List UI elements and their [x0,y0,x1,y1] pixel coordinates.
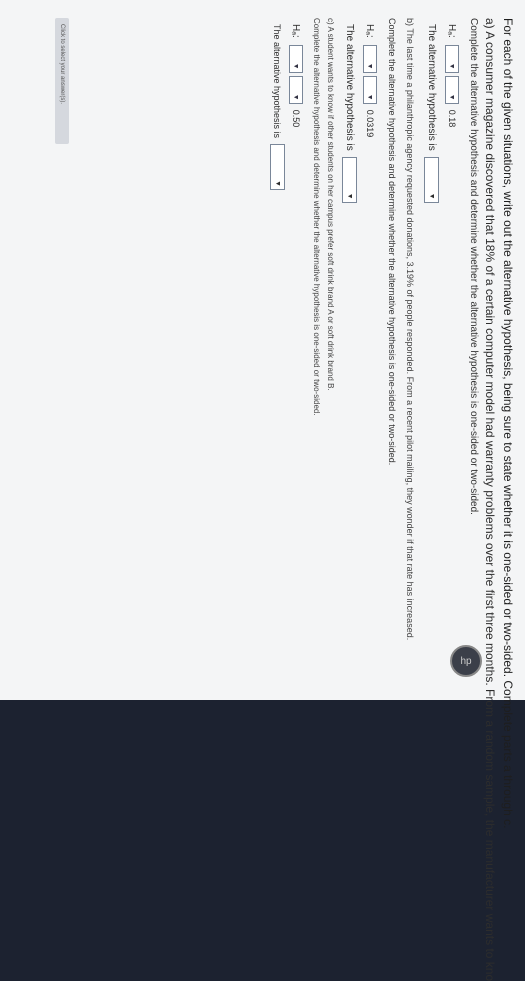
part-c-parameter-dropdown[interactable]: ▼ [289,44,303,73]
footer-hint-text: Click to select your answer(s). [59,24,65,105]
chevron-down-icon: ▼ [292,62,300,70]
part-b-instruction: Complete the alternative hypothesis and … [387,18,397,466]
part-b-value: 0.0319 [365,109,375,138]
chevron-down-icon: ▼ [366,93,374,101]
part-c-sidedness-dropdown[interactable]: ▼ [270,144,285,191]
chevron-down-icon: ▼ [428,192,435,200]
part-c-hypothesis-row: Hₐ: ▼ ▼ 0.50 [289,24,303,127]
part-a-sidedness-label: The alternative hypothesis is [426,24,437,151]
footer-hint: Click to select your answer(s). [55,18,69,144]
part-b-parameter-dropdown[interactable]: ▼ [363,44,377,73]
chevron-down-icon: ▼ [346,192,353,200]
chevron-down-icon: ▼ [366,62,374,70]
part-b-sidedness-dropdown[interactable]: ▼ [342,156,357,203]
part-c-value: 0.50 [291,109,301,128]
part-a-sidedness-dropdown[interactable]: ▼ [424,156,439,203]
part-a-sidedness-row: The alternative hypothesis is ▼ [424,24,439,203]
part-a-parameter-dropdown[interactable]: ▼ [445,44,459,73]
chevron-down-icon: ▼ [448,62,456,70]
question-intro: For each of the given situations, write … [501,18,515,829]
part-b-sidedness-label: The alternative hypothesis is [344,24,355,151]
part-b-hypothesis-row: Hₐ: ▼ ▼ 0.0319 [363,24,377,137]
part-a-hypothesis-row: Hₐ: ▼ ▼ 0.18 [445,24,459,127]
part-c-text: c) A student wants to know if other stud… [326,18,335,391]
part-a-value: 0.18 [447,109,457,128]
part-b-text: b) The last time a philanthropic agency … [405,18,415,641]
h-alt-symbol: Hₐ: [364,24,376,38]
part-b-sidedness-row: The alternative hypothesis is ▼ [342,24,357,203]
part-c-operator-dropdown[interactable]: ▼ [289,75,303,104]
part-a-text: a) A consumer magazine discovered that 1… [483,18,497,981]
h-alt-symbol: Hₐ: [446,24,458,38]
part-c-sidedness-row: The alternative hypothesis is ▼ [270,24,285,191]
hp-logo: hp [450,645,482,677]
chevron-down-icon: ▼ [448,93,456,101]
part-a-operator-dropdown[interactable]: ▼ [445,75,459,104]
chevron-down-icon: ▼ [274,180,281,188]
h-alt-symbol: Hₐ: [290,24,302,38]
part-b-operator-dropdown[interactable]: ▼ [363,75,377,104]
part-c-instruction: Complete the alternative hypothesis and … [312,18,321,416]
brand-text: hp [460,655,472,667]
part-a-instruction: Complete the alternative hypothesis and … [468,18,479,515]
question-panel: For each of the given situations, write … [0,0,525,981]
chevron-down-icon: ▼ [292,93,300,101]
part-c-sidedness-label: The alternative hypothesis is [272,24,283,139]
